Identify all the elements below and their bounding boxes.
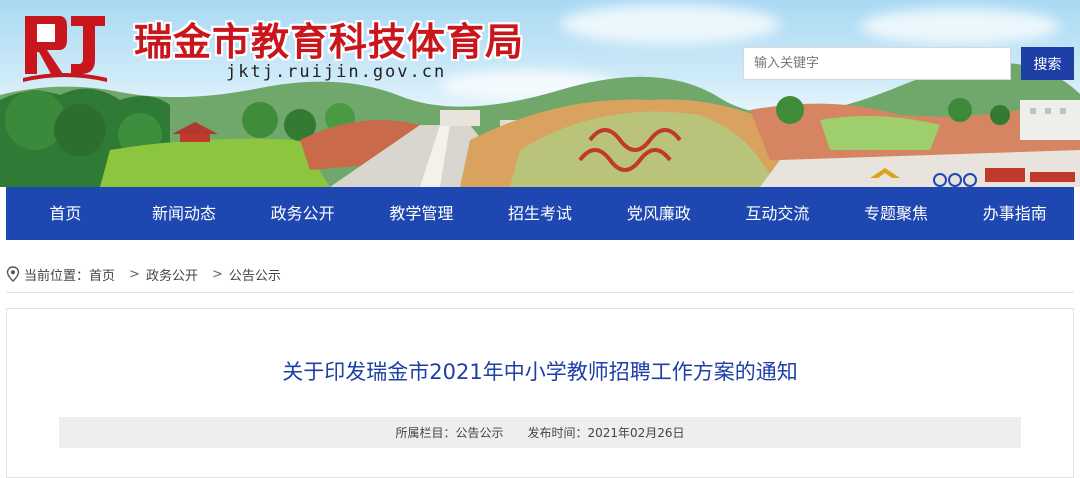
site-domain: jktj.ruijin.gov.cn <box>226 62 447 82</box>
nav-item-teaching[interactable]: 教学管理 <box>362 187 481 240</box>
article-panel: 关于印发瑞金市2021年中小学教师招聘工作方案的通知 所属栏目：公告公示 发布时… <box>6 308 1074 478</box>
search-button[interactable]: 搜索 <box>1021 47 1074 80</box>
nav-item-government-affairs[interactable]: 政务公开 <box>243 187 362 240</box>
header-banner: 瑞金市教育科技体育局 jktj.ruijin.gov.cn 搜索 <box>0 0 1080 187</box>
breadcrumb-separator: > <box>211 266 223 282</box>
main-nav: 首页 新闻动态 政务公开 教学管理 招生考试 党风廉政 互动交流 专题聚焦 办事… <box>6 187 1074 240</box>
rj-logo-icon <box>23 16 107 82</box>
location-pin-icon <box>6 266 20 282</box>
nav-item-party-conduct[interactable]: 党风廉政 <box>599 187 718 240</box>
breadcrumb-item-home[interactable]: 首页 <box>89 265 115 284</box>
search-input[interactable] <box>743 47 1011 80</box>
breadcrumb: 当前位置： 首页 > 政务公开 > 公告公示 <box>6 264 281 284</box>
article-publish-date: 发布时间：2021年02月26日 <box>527 426 685 440</box>
nav-item-topics[interactable]: 专题聚焦 <box>837 187 956 240</box>
article-column: 所属栏目：公告公示 <box>395 426 504 440</box>
breadcrumb-item-government-affairs[interactable]: 政务公开 <box>146 265 198 284</box>
divider <box>6 292 1074 293</box>
nav-item-admissions[interactable]: 招生考试 <box>481 187 600 240</box>
nav-item-news[interactable]: 新闻动态 <box>125 187 244 240</box>
article-title: 关于印发瑞金市2021年中小学教师招聘工作方案的通知 <box>282 360 798 384</box>
nav-item-service-guide[interactable]: 办事指南 <box>955 187 1074 240</box>
breadcrumb-item-announcements[interactable]: 公告公示 <box>229 265 281 284</box>
article-meta-bar: 所属栏目：公告公示 发布时间：2021年02月26日 <box>59 417 1021 448</box>
site-title: 瑞金市教育科技体育局 <box>134 19 525 64</box>
nav-item-home[interactable]: 首页 <box>6 187 125 240</box>
breadcrumb-prefix: 当前位置： <box>24 268 90 284</box>
breadcrumb-separator: > <box>129 266 140 282</box>
nav-item-interaction[interactable]: 互动交流 <box>718 187 837 240</box>
